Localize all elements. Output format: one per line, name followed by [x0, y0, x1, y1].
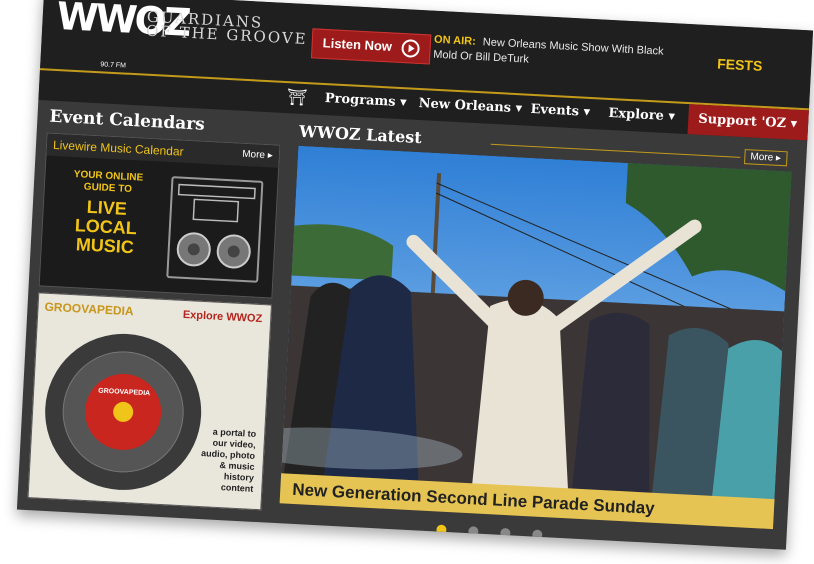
wwoz-latest-heading: WWOZ Latest [298, 121, 423, 148]
livewire-more-label: More [241, 148, 266, 161]
boombox-icon [166, 176, 264, 283]
logo-frequency: 90.7 FM [100, 61, 127, 70]
nav-events[interactable]: Events ▾ [530, 102, 590, 120]
groovapedia-description: a portal to our video, audio, photo & mu… [200, 426, 257, 494]
nav-programs[interactable]: Programs ▾ [324, 91, 406, 110]
carousel-dot-3[interactable] [500, 527, 511, 539]
listen-now-button[interactable]: Listen Now [310, 28, 432, 65]
livewire-header: Livewire Music Calendar More ▸ [46, 133, 280, 168]
nav-new-orleans[interactable]: New Orleans ▾ [418, 96, 522, 116]
heading-rule [490, 143, 741, 158]
record-icon: GROOVAPEDIA [39, 320, 208, 498]
explore-wwoz-link[interactable]: Explore WWOZ [183, 309, 263, 325]
fests-logo[interactable]: FESTS [717, 56, 763, 74]
on-air-info[interactable]: ON AIR: New Orleans Music Show With Blac… [433, 33, 684, 76]
carousel-dot-1[interactable] [436, 524, 447, 535]
on-air-label: ON AIR: [433, 33, 477, 48]
home-icon[interactable]: ⛩ [286, 87, 307, 108]
latest-more-label: More [750, 151, 774, 164]
livewire-panel[interactable]: Livewire Music Calendar More ▸ YOUR ONLI… [38, 132, 281, 299]
support-label: Support 'OZ [697, 111, 787, 132]
featured-photo[interactable] [279, 145, 792, 528]
event-calendars-heading: Event Calendars [49, 106, 206, 135]
latest-more-link[interactable]: More ▸ [743, 149, 788, 167]
nav-new-orleans-label: New Orleans [418, 95, 512, 116]
play-icon [401, 39, 421, 58]
page-frame: WWOZ 90.7 FM GUARDIANS OF THE GROOVE Lis… [16, 0, 814, 550]
carousel-dot-2[interactable] [468, 526, 479, 537]
guardians-tagline: GUARDIANS OF THE GROOVE [146, 8, 309, 48]
support-button[interactable]: Support 'OZ ▾ [687, 104, 809, 141]
nav-explore-label: Explore [608, 105, 665, 124]
promo-subtitle: YOUR ONLINE GUIDE TO [73, 169, 144, 196]
promo-headline: LIVE LOCAL MUSIC [74, 196, 138, 258]
wwoz-logo[interactable]: WWOZ 90.7 FM [54, 0, 190, 70]
nav-programs-label: Programs [324, 91, 396, 110]
livewire-more-link[interactable]: More ▸ [242, 149, 273, 162]
groovapedia-title: GROOVAPEDIA [44, 299, 134, 319]
groovapedia-panel[interactable]: GROOVAPEDIA Explore WWOZ GROOVAPEDIA a p… [27, 292, 272, 511]
carousel-dots [436, 521, 565, 546]
listen-now-label: Listen Now [322, 35, 393, 54]
nav-events-label: Events [530, 101, 580, 120]
livewire-title[interactable]: Livewire Music Calendar [53, 138, 184, 159]
nav-explore[interactable]: Explore ▾ [608, 106, 675, 124]
carousel-dot-4[interactable] [532, 529, 543, 541]
